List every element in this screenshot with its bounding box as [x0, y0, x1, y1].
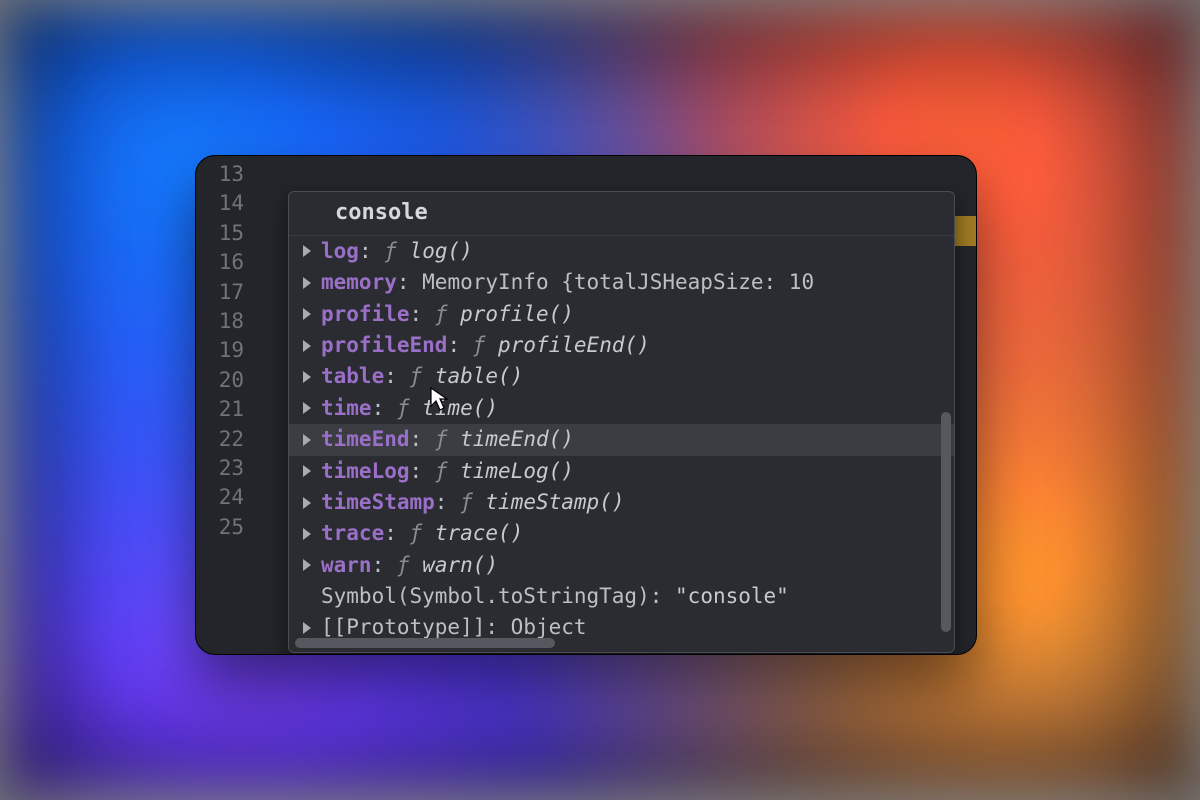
expand-triangle-icon[interactable]: [303, 277, 311, 289]
property-row-timeend[interactable]: timeEnd: ƒ timeEnd(): [289, 424, 954, 455]
function-signature: timeStamp(): [485, 488, 624, 517]
function-glyph: ƒ: [435, 457, 448, 486]
line-number: 25: [196, 513, 258, 542]
property-row-profile[interactable]: profile: ƒ profile(): [289, 299, 954, 330]
gutter-line-numbers: 13 14 15 16 17 18 19 20 21 22 23 24 25: [196, 160, 258, 542]
function-signature: timeEnd(): [460, 425, 574, 454]
line-number: 15: [196, 219, 258, 248]
property-row-symbol-tostringtag[interactable]: Symbol(Symbol.toStringTag): "console": [289, 581, 954, 612]
line-number: 19: [196, 336, 258, 365]
expand-triangle-icon[interactable]: [303, 528, 311, 540]
line-number: 24: [196, 483, 258, 512]
colon: :: [410, 457, 435, 486]
colon: :: [410, 425, 435, 454]
colon: :: [384, 362, 409, 391]
property-name: trace: [321, 519, 384, 548]
property-name: timeLog: [321, 457, 410, 486]
line-number: 21: [196, 395, 258, 424]
inspector-property-list[interactable]: log: ƒ log() memory: MemoryInfo {totalJS…: [289, 236, 954, 644]
function-signature: time(): [422, 394, 498, 423]
line-number: 20: [196, 366, 258, 395]
colon: :: [447, 331, 472, 360]
horizontal-scrollbar[interactable]: [295, 638, 555, 648]
function-glyph: ƒ: [435, 300, 448, 329]
property-row-timelog[interactable]: timeLog: ƒ timeLog(): [289, 456, 954, 487]
colon: :: [410, 300, 435, 329]
expand-triangle-icon[interactable]: [303, 308, 311, 320]
function-signature: [397, 237, 410, 266]
expand-triangle-icon[interactable]: [303, 371, 311, 383]
function-signature: trace(): [435, 519, 524, 548]
function-glyph: ƒ: [410, 519, 423, 548]
function-glyph: ƒ: [410, 362, 423, 391]
inspector-title: console: [289, 192, 954, 236]
function-glyph: ƒ: [384, 237, 397, 266]
property-name: timeStamp: [321, 488, 435, 517]
function-glyph: ƒ: [397, 551, 410, 580]
property-value: "console": [675, 582, 789, 611]
function-signature: table(): [435, 362, 524, 391]
property-name: profile: [321, 300, 410, 329]
vertical-scrollbar[interactable]: [941, 412, 951, 632]
property-name: Symbol(Symbol.toStringTag): [321, 582, 650, 611]
property-row-profileend[interactable]: profileEnd: ƒ profileEnd(): [289, 330, 954, 361]
expand-triangle-icon[interactable]: [303, 465, 311, 477]
property-value: MemoryInfo {totalJSHeapSize: 10: [422, 268, 814, 297]
line-number: 22: [196, 425, 258, 454]
function-glyph: ƒ: [473, 331, 486, 360]
property-row-time[interactable]: time: ƒ time(): [289, 393, 954, 424]
colon: :: [359, 237, 384, 266]
object-inspector-popup[interactable]: console log: ƒ log() memory: MemoryInfo …: [288, 191, 955, 653]
line-number: 17: [196, 278, 258, 307]
function-glyph: ƒ: [397, 394, 410, 423]
property-row-log[interactable]: log: ƒ log(): [289, 236, 954, 267]
expand-triangle-icon[interactable]: [303, 245, 311, 257]
property-row-timestamp[interactable]: timeStamp: ƒ timeStamp(): [289, 487, 954, 518]
property-row-trace[interactable]: trace: ƒ trace(): [289, 518, 954, 549]
function-glyph: ƒ: [460, 488, 473, 517]
function-signature: log(): [410, 237, 473, 266]
expand-triangle-icon[interactable]: [303, 622, 311, 634]
property-name: timeEnd: [321, 425, 410, 454]
property-name: table: [321, 362, 384, 391]
line-number: 18: [196, 307, 258, 336]
function-signature: warn(): [422, 551, 498, 580]
property-name: warn: [321, 551, 372, 580]
function-signature: profileEnd(): [498, 331, 650, 360]
function-glyph: ƒ: [435, 425, 448, 454]
property-row-table[interactable]: table: ƒ table(): [289, 361, 954, 392]
property-row-warn[interactable]: warn: ƒ warn(): [289, 550, 954, 581]
property-name: time: [321, 394, 372, 423]
colon: :: [435, 488, 460, 517]
colon: :: [372, 394, 397, 423]
line-number: 16: [196, 248, 258, 277]
line-number: 23: [196, 454, 258, 483]
expand-triangle-icon[interactable]: [303, 340, 311, 352]
colon: :: [384, 519, 409, 548]
expand-triangle-icon[interactable]: [303, 402, 311, 414]
expand-triangle-icon[interactable]: [303, 497, 311, 509]
property-row-memory[interactable]: memory: MemoryInfo {totalJSHeapSize: 10: [289, 267, 954, 298]
line-highlight-marker: [952, 216, 976, 246]
colon: :: [650, 582, 675, 611]
property-name: log: [321, 237, 359, 266]
line-number: 13: [196, 160, 258, 189]
property-name: profileEnd: [321, 331, 447, 360]
expand-triangle-icon: [303, 591, 311, 603]
devtools-panel: 13 14 15 16 17 18 19 20 21 22 23 24 25 c…: [195, 155, 977, 655]
function-signature: profile(): [460, 300, 574, 329]
colon: :: [372, 551, 397, 580]
function-signature: timeLog(): [460, 457, 574, 486]
property-name: memory: [321, 268, 397, 297]
line-number: 14: [196, 189, 258, 218]
expand-triangle-icon[interactable]: [303, 559, 311, 571]
expand-triangle-icon[interactable]: [303, 434, 311, 446]
colon: :: [397, 268, 422, 297]
